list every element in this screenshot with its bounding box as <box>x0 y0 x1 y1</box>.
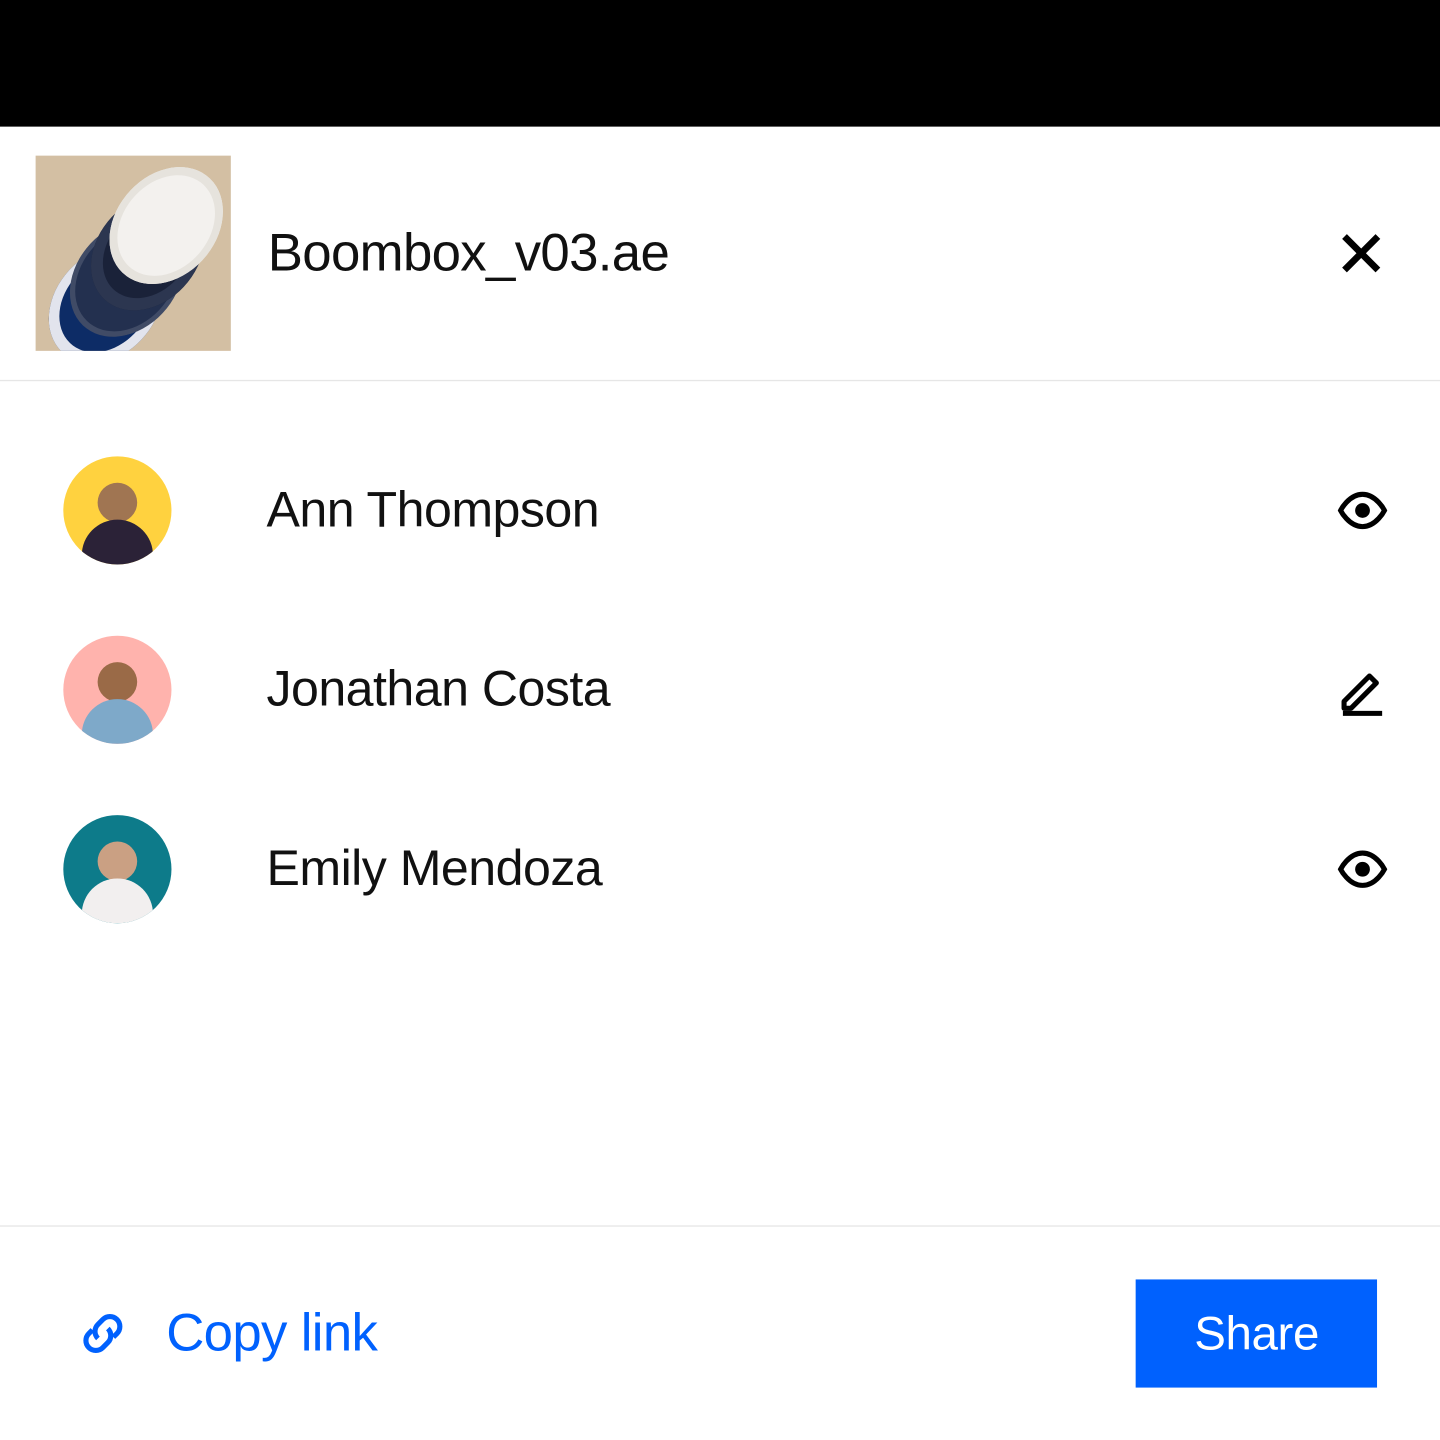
eye-icon <box>1335 842 1390 897</box>
copy-link-label: Copy link <box>166 1304 377 1363</box>
share-button[interactable]: Share <box>1136 1279 1377 1387</box>
close-button[interactable] <box>1327 219 1396 288</box>
person-name: Jonathan Costa <box>266 661 1234 718</box>
avatar <box>63 815 171 923</box>
permission-button[interactable] <box>1330 477 1396 543</box>
eye-icon <box>1335 483 1390 538</box>
avatar <box>63 456 171 564</box>
share-dialog-header: Boombox_v03.ae <box>0 127 1440 382</box>
person-row: Jonathan Costa <box>63 624 1395 756</box>
share-dialog-footer: Copy link Share <box>0 1225 1440 1440</box>
file-thumbnail <box>36 156 231 351</box>
permission-button[interactable] <box>1330 657 1396 723</box>
copy-link-button[interactable]: Copy link <box>79 1304 1099 1363</box>
window-topbar <box>0 0 1440 127</box>
avatar <box>63 636 171 744</box>
permission-button[interactable] <box>1330 836 1396 902</box>
person-row: Emily Mendoza <box>63 803 1395 935</box>
person-name: Ann Thompson <box>266 482 1234 539</box>
person-name: Emily Mendoza <box>266 841 1234 898</box>
person-row: Ann Thompson <box>63 445 1395 577</box>
close-icon <box>1336 228 1386 278</box>
link-icon <box>79 1310 126 1357</box>
file-name: Boombox_v03.ae <box>268 224 1290 283</box>
edit-icon <box>1335 662 1390 717</box>
people-list: Ann Thompson Jonathan Costa <box>0 381 1440 1225</box>
